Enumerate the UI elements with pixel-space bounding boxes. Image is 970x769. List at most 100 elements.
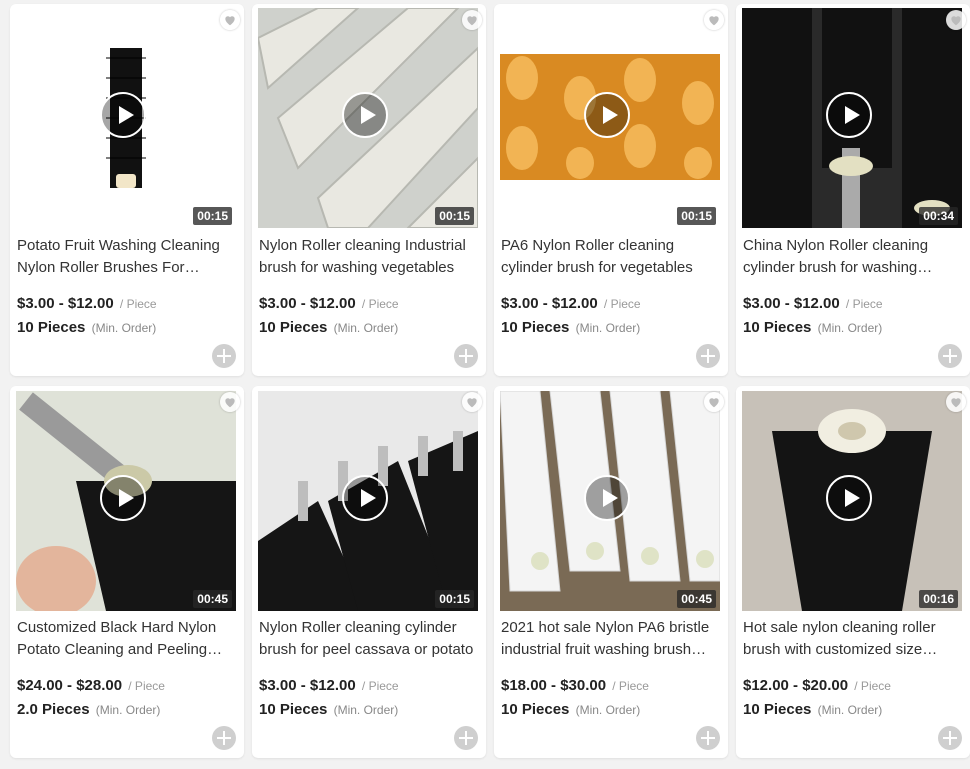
price-unit: / Piece [612,679,649,693]
product-price: $18.00 - $30.00 / Piece [501,677,649,694]
heart-icon[interactable] [220,10,240,30]
product-thumbnail[interactable]: 00:15 [16,8,236,228]
product-card[interactable]: 00:15 Potato Fruit Washing Cleaning Nylo… [10,4,244,376]
price-unit: / Piece [845,297,883,311]
min-order-note: (Min. Order) [817,321,883,335]
plus-icon[interactable] [938,726,962,750]
product-card[interactable]: 00:34 China Nylon Roller cleaning cylind… [736,4,970,376]
product-thumbnail[interactable]: 00:15 [500,8,720,228]
product-thumbnail[interactable]: 00:45 [500,391,720,611]
heart-icon[interactable] [946,392,966,412]
product-thumbnail[interactable]: 00:15 [258,391,478,611]
price-unit: / Piece [361,297,399,311]
product-price: $24.00 - $28.00 / Piece [17,677,165,694]
price-unit: / Piece [128,679,165,693]
video-duration: 00:15 [435,590,474,608]
min-order: 10 Pieces (Min. Order) [17,319,156,336]
product-card[interactable]: 00:16 Hot sale nylon cleaning roller bru… [736,386,970,758]
plus-icon[interactable] [212,726,236,750]
min-order-note: (Min. Order) [817,703,883,717]
price-range: $3.00 - $12.00 [259,295,356,312]
play-icon[interactable] [584,475,630,521]
product-title[interactable]: PA6 Nylon Roller cleaning cylinder brush… [501,235,719,279]
product-title[interactable]: 2021 hot sale Nylon PA6 bristle industri… [501,617,719,661]
play-icon[interactable] [826,92,872,138]
product-title[interactable]: China Nylon Roller cleaning cylinder bru… [743,235,961,279]
product-price: $3.00 - $12.00 / Piece [17,295,157,312]
product-title[interactable]: Potato Fruit Washing Cleaning Nylon Roll… [17,235,235,279]
min-order-qty: 10 Pieces [501,701,570,718]
min-order-note: (Min. Order) [333,703,399,717]
product-thumbnail[interactable]: 00:45 [16,391,236,611]
heart-icon[interactable] [462,392,482,412]
min-order-qty: 10 Pieces [17,319,86,336]
min-order-note: (Min. Order) [333,321,399,335]
plus-icon[interactable] [212,344,236,368]
min-order: 2.0 Pieces (Min. Order) [17,701,160,718]
price-range: $3.00 - $12.00 [17,295,114,312]
plus-icon[interactable] [454,344,478,368]
min-order: 10 Pieces (Min. Order) [259,701,398,718]
price-unit: / Piece [119,297,157,311]
video-duration: 00:45 [193,590,232,608]
product-title[interactable]: Customized Black Hard Nylon Potato Clean… [17,617,235,661]
min-order-qty: 10 Pieces [259,701,328,718]
min-order: 10 Pieces (Min. Order) [501,319,640,336]
min-order-qty: 10 Pieces [501,319,570,336]
product-thumbnail[interactable]: 00:16 [742,391,962,611]
product-card[interactable]: 00:15 Nylon Roller cleaning cylinder bru… [252,386,486,758]
price-unit: / Piece [361,679,399,693]
video-duration: 00:34 [919,207,958,225]
play-icon[interactable] [100,475,146,521]
product-price: $3.00 - $12.00 / Piece [501,295,641,312]
min-order-note: (Min. Order) [575,703,641,717]
product-card[interactable]: 00:45 2021 hot sale Nylon PA6 bristle in… [494,386,728,758]
video-duration: 00:45 [677,590,716,608]
price-range: $12.00 - $20.00 [743,677,849,694]
plus-icon[interactable] [938,344,962,368]
plus-icon[interactable] [696,344,720,368]
heart-icon[interactable] [462,10,482,30]
video-duration: 00:16 [919,590,958,608]
product-title[interactable]: Hot sale nylon cleaning roller brush wit… [743,617,961,661]
heart-icon[interactable] [704,10,724,30]
price-range: $3.00 - $12.00 [501,295,598,312]
play-icon[interactable] [584,92,630,138]
min-order: 10 Pieces (Min. Order) [501,701,640,718]
min-order-qty: 10 Pieces [743,319,812,336]
plus-icon[interactable] [696,726,720,750]
heart-icon[interactable] [946,10,966,30]
min-order-note: (Min. Order) [91,321,157,335]
product-card[interactable]: 00:15 PA6 Nylon Roller cleaning cylinder… [494,4,728,376]
min-order-note: (Min. Order) [575,321,641,335]
min-order-qty: 10 Pieces [743,701,812,718]
play-icon[interactable] [342,475,388,521]
heart-icon[interactable] [220,392,240,412]
product-price: $3.00 - $12.00 / Piece [259,677,399,694]
product-price: $3.00 - $12.00 / Piece [259,295,399,312]
product-thumbnail[interactable]: 00:34 [742,8,962,228]
plus-icon[interactable] [454,726,478,750]
min-order-qty: 2.0 Pieces [17,701,90,718]
min-order-qty: 10 Pieces [259,319,328,336]
min-order-note: (Min. Order) [95,703,161,717]
min-order: 10 Pieces (Min. Order) [743,319,882,336]
video-duration: 00:15 [193,207,232,225]
min-order: 10 Pieces (Min. Order) [259,319,398,336]
min-order: 10 Pieces (Min. Order) [743,701,882,718]
product-price: $12.00 - $20.00 / Piece [743,677,891,694]
product-title[interactable]: Nylon Roller cleaning Industrial brush f… [259,235,477,279]
play-icon[interactable] [826,475,872,521]
product-title[interactable]: Nylon Roller cleaning cylinder brush for… [259,617,477,661]
product-price: $3.00 - $12.00 / Piece [743,295,883,312]
product-thumbnail[interactable]: 00:15 [258,8,478,228]
price-range: $3.00 - $12.00 [259,677,356,694]
product-card[interactable]: 00:45 Customized Black Hard Nylon Potato… [10,386,244,758]
product-card[interactable]: 00:15 Nylon Roller cleaning Industrial b… [252,4,486,376]
heart-icon[interactable] [704,392,724,412]
video-duration: 00:15 [677,207,716,225]
price-unit: / Piece [854,679,891,693]
price-range: $3.00 - $12.00 [743,295,840,312]
play-icon[interactable] [100,92,146,138]
play-icon[interactable] [342,92,388,138]
